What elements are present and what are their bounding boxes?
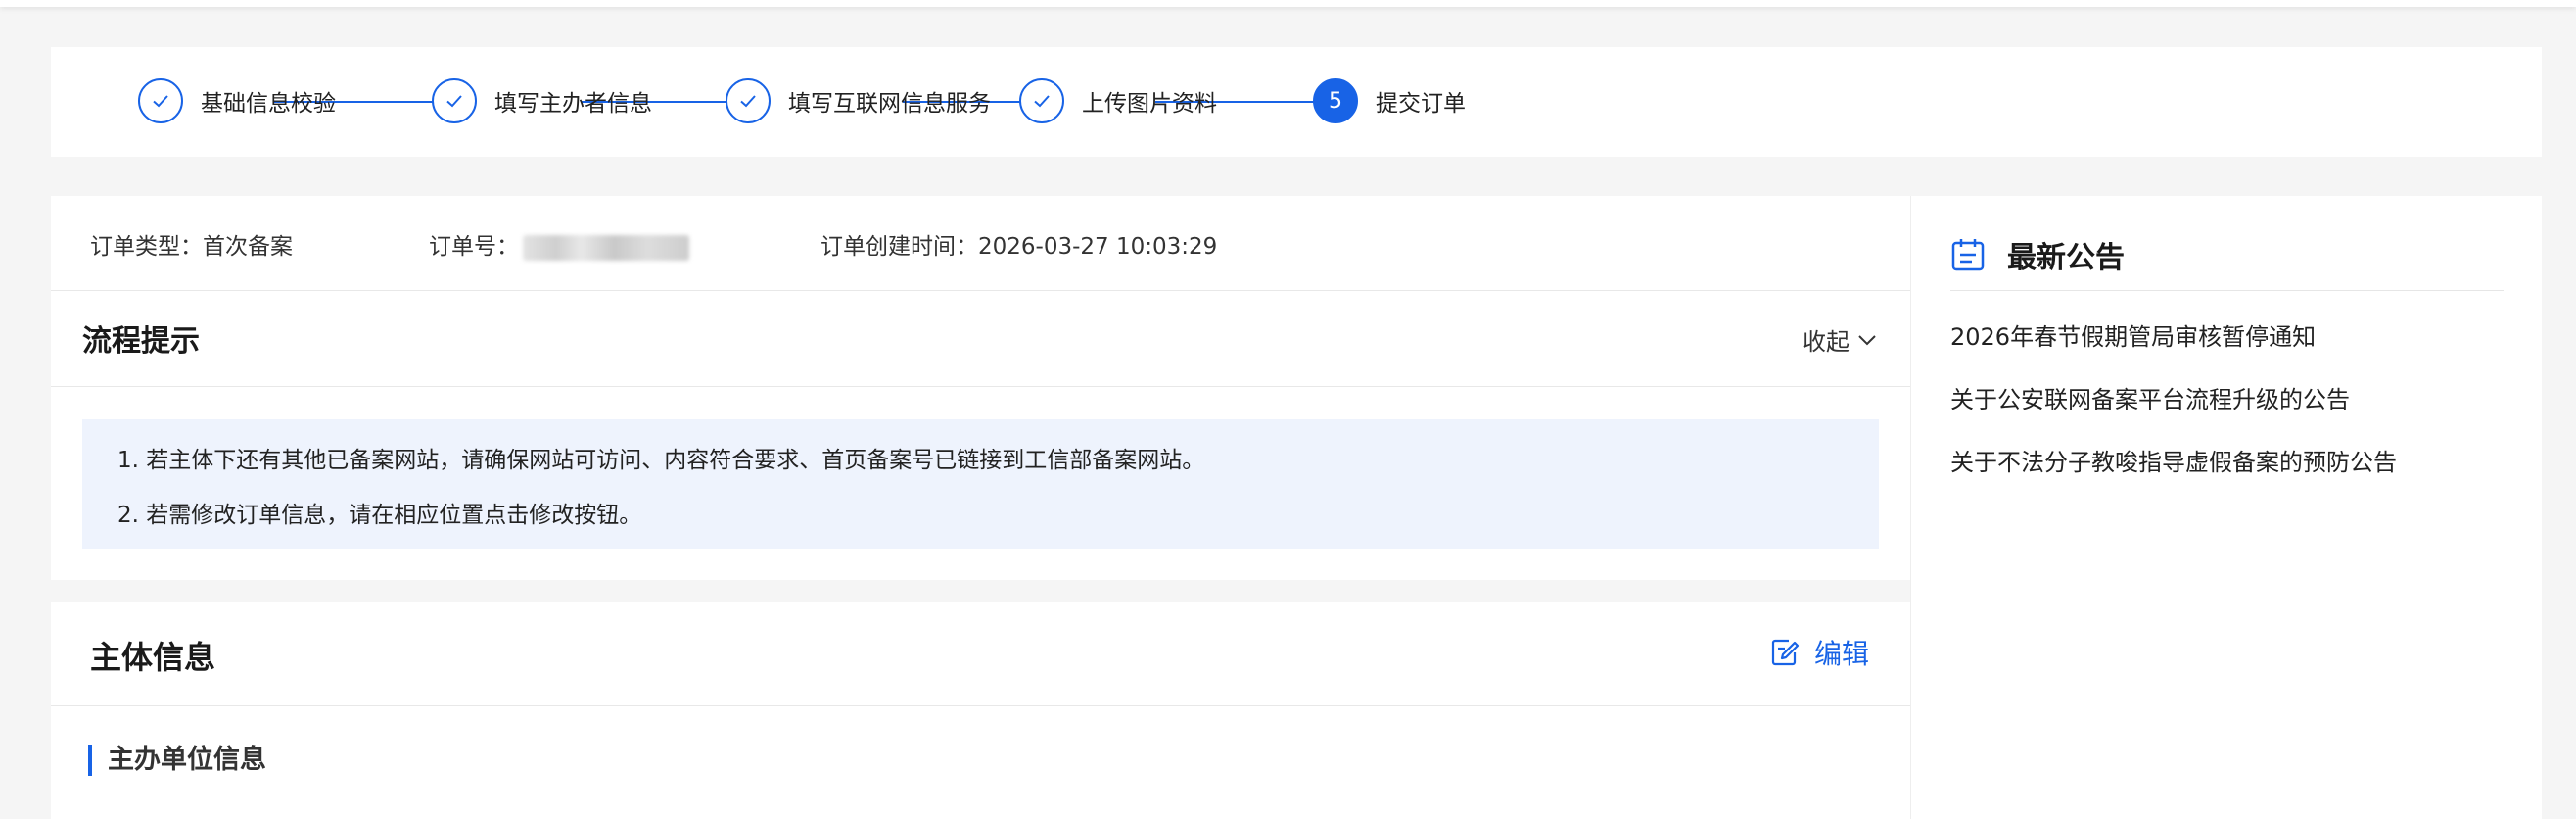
check-icon [138,78,183,123]
order-type-label: 订单类型： [90,234,203,260]
edit-icon [1771,639,1800,666]
step-4: 上传图片资料 [1019,76,1217,125]
order-meta: 订单类型：首次备案 订单号： 订单创建时间：2026-03-27 10:03:2… [51,196,1910,291]
flow-title: 流程提示 [82,324,200,359]
tip-item: 1. 若主体下还有其他已备案网站，请确保网站可访问、内容符合要求、首页备案号已链… [117,448,1205,473]
step-1: 基础信息校验 [138,76,336,125]
step-label: 填写主办者信息 [494,91,652,117]
order-type: 订单类型：首次备案 [90,227,293,261]
announcements-panel: 最新公告 2026年春节假期管局审核暂停通知 关于公安联网备案平台流程升级的公告… [1910,196,2542,819]
check-icon [432,78,477,123]
step-label: 填写互联网信息服务 [788,91,991,117]
collapse-label: 收起 [1803,328,1850,356]
step-label: 提交订单 [1376,91,1466,117]
edit-label: 编辑 [1813,638,1869,670]
check-icon [1019,78,1064,123]
collapse-button[interactable]: 收起 [1803,322,1877,357]
order-created-time: 订单创建时间：2026-03-27 10:03:29 [820,227,1217,261]
flow-header: 流程提示 收起 [51,291,1910,387]
progress-steps: 基础信息校验 填写主办者信息 填写互联网信息服务 上传图片资料 5 提交订单 [51,47,2542,157]
flow-tips: 1. 若主体下还有其他已备案网站，请确保网站可访问、内容符合要求、首页备案号已链… [82,419,1879,549]
calendar-icon [1951,239,1985,271]
edit-button[interactable]: 编辑 [1769,633,1869,672]
entity-panel: 主体信息 编辑 主办单位信息 [51,602,1910,819]
step-label: 上传图片资料 [1082,91,1217,117]
entity-header: 主体信息 编辑 [51,602,1910,706]
order-panel: 订单类型：首次备案 订单号： 订单创建时间：2026-03-27 10:03:2… [51,196,1910,580]
step-label: 基础信息校验 [201,91,336,117]
chevron-down-icon [1858,334,1876,345]
check-icon [726,78,771,123]
announcement-link[interactable]: 关于不法分子教唆指导虚假备案的预防公告 [1950,443,2397,477]
order-type-value: 首次备案 [203,234,293,260]
step-3: 填写互联网信息服务 [726,76,991,125]
top-nav-bar [0,0,2576,7]
order-number-redacted [523,234,689,261]
order-created-label: 订单创建时间： [820,234,978,260]
order-number-label: 订单号： [429,234,519,260]
subsection-title: 主办单位信息 [88,745,266,776]
announcement-link[interactable]: 关于公安联网备案平台流程升级的公告 [1950,380,2350,414]
announcements-title: 最新公告 [2007,241,2125,275]
order-created-value: 2026-03-27 10:03:29 [978,234,1218,260]
step-number-badge: 5 [1313,78,1358,123]
announcements-header: 最新公告 [1950,219,2504,291]
step-5: 5 提交订单 [1313,76,1466,125]
order-number: 订单号： [429,227,689,261]
tip-item: 2. 若需修改订单信息，请在相应位置点击修改按钮。 [117,503,642,528]
entity-title: 主体信息 [90,639,216,676]
announcement-link[interactable]: 2026年春节假期管局审核暂停通知 [1950,317,2316,352]
step-2: 填写主办者信息 [432,76,652,125]
